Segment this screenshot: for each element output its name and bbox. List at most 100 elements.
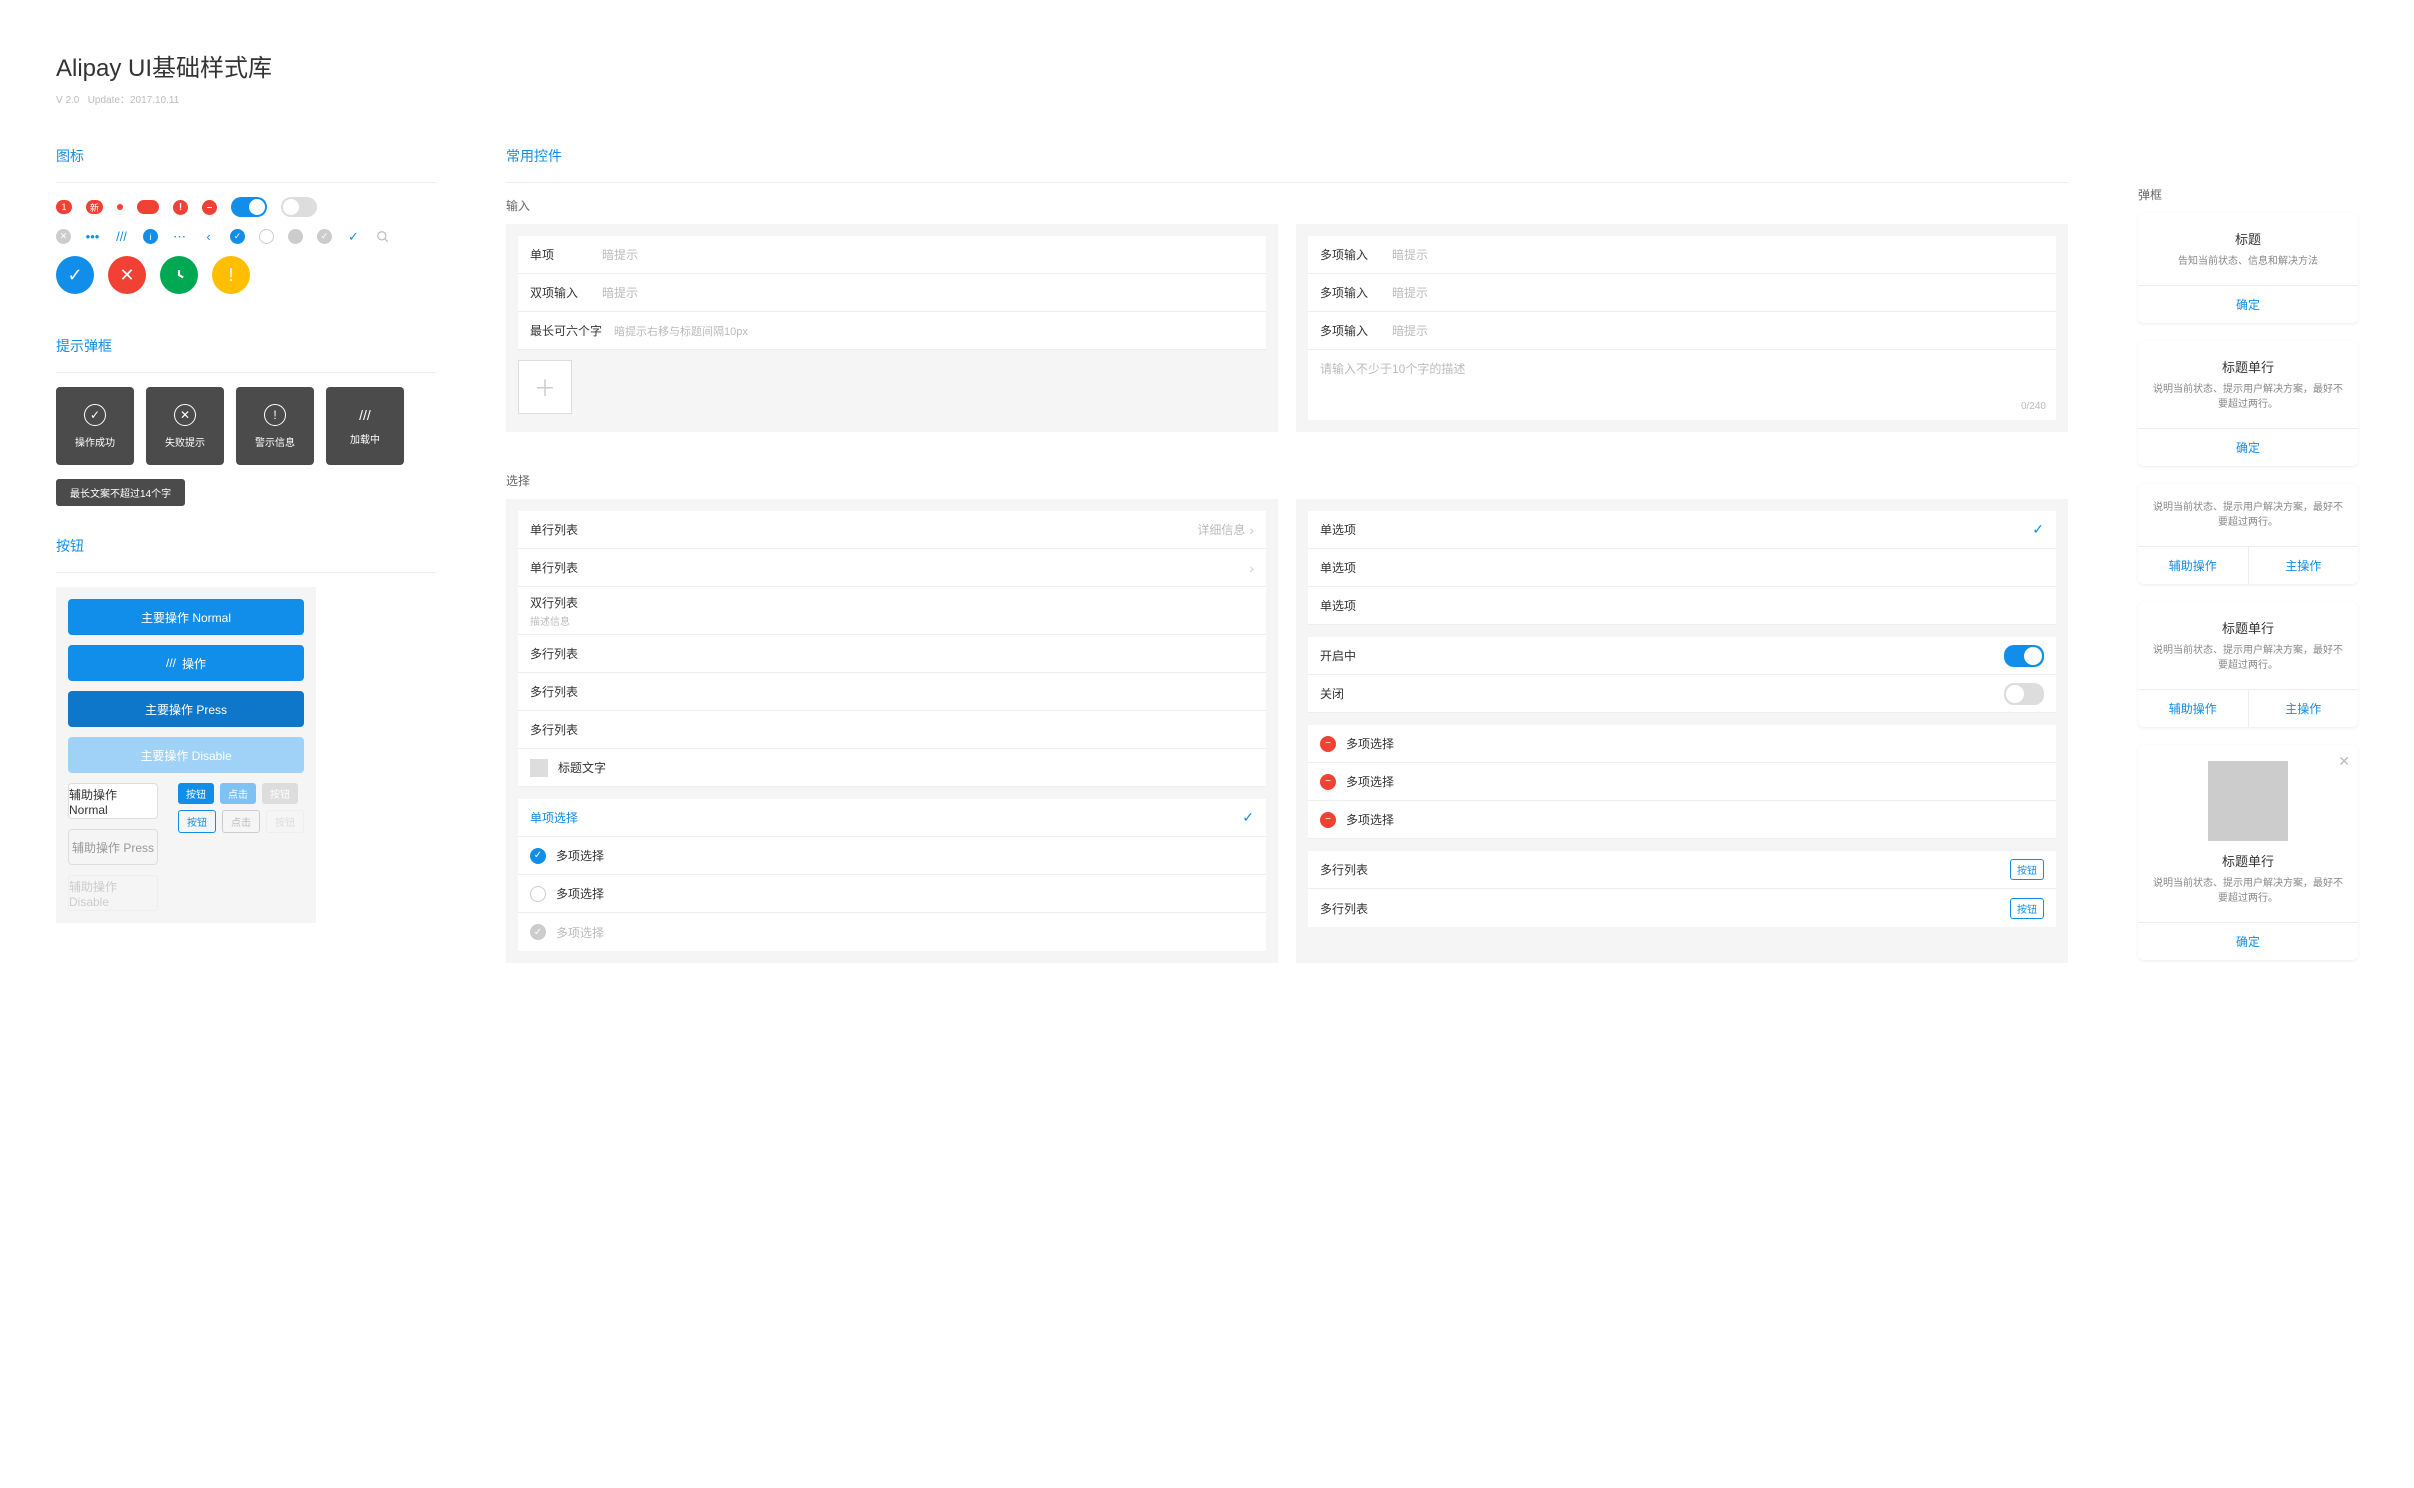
primary-button-disable: 主要操作 Disable (68, 737, 304, 773)
check-icon: ✓ (1242, 809, 1254, 826)
delete-row-1[interactable]: −多项选择 (1308, 725, 2056, 763)
input-multi-2[interactable]: 多项输入暗提示 (1308, 274, 2056, 312)
check-grey-icon: ✓ (317, 229, 332, 244)
sub-input: 输入 (506, 197, 2068, 214)
single-select-header[interactable]: 单项选择✓ (518, 799, 1266, 837)
secondary-button-disable: 辅助操作 Disable (68, 875, 158, 911)
grey-circle-icon (288, 229, 303, 244)
list-single-arrow[interactable]: 单行列表› (518, 549, 1266, 587)
tag-outline-light[interactable]: 点击 (222, 810, 260, 833)
dialog-primary-button[interactable]: 主操作 (2248, 547, 2359, 584)
toggle-on-row[interactable]: 开启中 (1308, 637, 2056, 675)
ellipsis-dots-icon: ⋯ (172, 229, 187, 244)
row-with-tag-1[interactable]: 多行列表按钮 (1308, 851, 2056, 889)
list-multi-3[interactable]: 多行列表 (518, 711, 1266, 749)
dialog-ok-button[interactable]: 确定 (2138, 429, 2358, 466)
toggle-off-row[interactable]: 关闭 (1308, 675, 2056, 713)
input-maxsix[interactable]: 最长可六个字暗提示右移与标题间隔10px (518, 312, 1266, 350)
loading-stripes-icon: /// (114, 229, 129, 244)
list-multi-2[interactable]: 多行列表 (518, 673, 1266, 711)
switch-on-icon[interactable] (231, 197, 267, 217)
switch-off[interactable] (2004, 683, 2044, 705)
primary-button-press: 主要操作 Press (68, 691, 304, 727)
textarea-input[interactable]: 请输入不少于10个字的描述 0/240 (1308, 350, 2056, 420)
multi-select-checked[interactable]: ✓多项选择 (518, 837, 1266, 875)
dialog-2: 标题单行说明当前状态、提示用户解决方案，最好不要超过两行。 确定 (2138, 341, 2358, 466)
multi-select-disabled: ✓多项选择 (518, 913, 1266, 951)
loading-icon: /// (166, 656, 176, 670)
page-meta: V 2.0 Update：2017.10.11 (56, 91, 2358, 106)
dialog-ok-button[interactable]: 确定 (2138, 923, 2358, 960)
page-header: Alipay UI基础样式库 V 2.0 Update：2017.10.11 (56, 48, 2358, 106)
badge-row: 1 新 ! – (56, 197, 436, 217)
list-single-detail[interactable]: 单行列表详细信息› (518, 511, 1266, 549)
toast-warn: ! 警示信息 (236, 387, 314, 465)
toast-text-only: 最长文案不超过14个字 (56, 479, 185, 506)
checkbox-on-icon: ✓ (530, 848, 546, 864)
list-multi-1[interactable]: 多行列表 (518, 635, 1266, 673)
badge-number-icon: 1 (56, 200, 72, 214)
input-panel-left: 单项暗提示 双项输入暗提示 最长可六个字暗提示右移与标题间隔10px ＋ (506, 224, 1278, 432)
chevron-right-icon: › (1249, 560, 1254, 576)
tag-outline[interactable]: 按钮 (178, 810, 216, 833)
list-double[interactable]: 双行列表描述信息 (518, 587, 1266, 635)
dialog-image-placeholder (2208, 761, 2288, 841)
sub-dialog: 弹框 (2138, 186, 2358, 203)
primary-button-loading[interactable]: ///操作 (68, 645, 304, 681)
info-icon: i (143, 229, 158, 244)
primary-button-normal[interactable]: 主要操作 Normal (68, 599, 304, 635)
tag-fill-light[interactable]: 点击 (220, 783, 256, 804)
row-with-tag-2[interactable]: 多行列表按钮 (1308, 889, 2056, 927)
switch-off-icon[interactable] (281, 197, 317, 217)
char-counter: 0/240 (2021, 401, 2046, 412)
check-icon: ✓ (346, 229, 361, 244)
list-panel-left: 单行列表详细信息› 单行列表› 双行列表描述信息 多行列表 多行列表 多行列表 … (506, 499, 1278, 963)
radio-checked[interactable]: 单选项✓ (1308, 511, 2056, 549)
dialog-primary-button[interactable]: 主操作 (2248, 690, 2359, 727)
input-multi-3[interactable]: 多项输入暗提示 (1308, 312, 2056, 350)
switch-on[interactable] (2004, 645, 2044, 667)
dialog-ok-button[interactable]: 确定 (2138, 286, 2358, 323)
check-circle-icon: ✓ (230, 229, 245, 244)
row-tag-button[interactable]: 按钮 (2010, 898, 2044, 919)
check-icon: ✓ (84, 404, 106, 426)
radio-2[interactable]: 单选项 (1308, 549, 2056, 587)
close-icon[interactable]: ✕ (2338, 753, 2350, 770)
delete-icon[interactable]: − (1320, 736, 1336, 752)
input-panel-right: 多项输入暗提示 多项输入暗提示 多项输入暗提示 请输入不少于10个字的描述 0/… (1296, 224, 2068, 432)
delete-icon[interactable]: − (1320, 774, 1336, 790)
success-large-icon: ✓ (56, 256, 94, 294)
tag-fill[interactable]: 按钮 (178, 783, 214, 804)
toast-fail: ✕ 失败提示 (146, 387, 224, 465)
delete-row-2[interactable]: −多项选择 (1308, 763, 2056, 801)
error-large-icon: ✕ (108, 256, 146, 294)
dialog-secondary-button[interactable]: 辅助操作 (2138, 690, 2248, 727)
input-single[interactable]: 单项暗提示 (518, 236, 1266, 274)
input-double[interactable]: 双项输入暗提示 (518, 274, 1266, 312)
tag-fill-disabled: 按钮 (262, 783, 298, 804)
secondary-button-normal[interactable]: 辅助操作 Normal (68, 783, 158, 819)
dialog-5-image: ✕ 标题单行 说明当前状态、提示用户解决方案，最好不要超过两行。 确定 (2138, 745, 2358, 960)
list-panel-right: 单选项✓ 单选项 单选项 开启中 关闭 −多项选择 −多项选择 −多项选择 多行… (1296, 499, 2068, 963)
sub-select: 选择 (506, 472, 2068, 489)
tag-buttons: 按钮 点击 按钮 按钮 点击 按钮 (178, 783, 304, 833)
empty-circle-icon (259, 229, 274, 244)
multi-select-unchecked[interactable]: 多项选择 (518, 875, 1266, 913)
warning-large-icon: ! (212, 256, 250, 294)
badge-new-icon: 新 (86, 200, 103, 214)
dialog-secondary-button[interactable]: 辅助操作 (2138, 547, 2248, 584)
add-image-button[interactable]: ＋ (518, 360, 572, 414)
cross-icon: ✕ (174, 404, 196, 426)
loading-icon: /// (359, 407, 371, 423)
delete-row-3[interactable]: −多项选择 (1308, 801, 2056, 839)
delete-icon[interactable]: − (1320, 812, 1336, 828)
row-tag-button[interactable]: 按钮 (2010, 859, 2044, 880)
list-with-thumb[interactable]: 标题文字 (518, 749, 1266, 787)
input-multi-1[interactable]: 多项输入暗提示 (1308, 236, 2056, 274)
toast-loading: /// 加载中 (326, 387, 404, 465)
radio-3[interactable]: 单选项 (1308, 587, 2056, 625)
close-circle-icon: ✕ (56, 229, 71, 244)
ellipsis-icon: ••• (85, 229, 100, 244)
chevron-left-icon: ‹ (201, 229, 216, 244)
section-buttons: 按钮 (56, 536, 436, 556)
